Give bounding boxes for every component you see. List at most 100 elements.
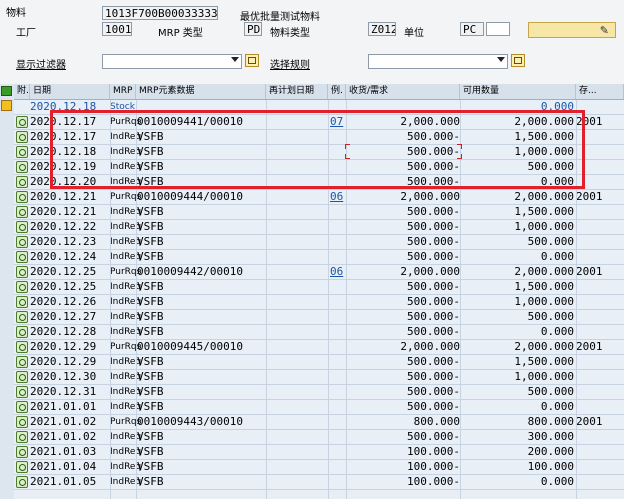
- element-detail-icon[interactable]: [16, 131, 28, 143]
- col-mrp-element[interactable]: MRP ...: [110, 84, 136, 99]
- row-storage: [576, 370, 610, 384]
- table-row[interactable]: 2021.01.02 PurRqs 0010009443/00010 800.000 8…: [14, 415, 624, 430]
- display-filter-label[interactable]: 显示过滤器: [16, 56, 66, 71]
- table-row[interactable]: 2020.12.22 IndReq VSFB 500.000- 1,000.000: [14, 220, 624, 235]
- row-storage: [576, 250, 610, 264]
- element-detail-icon[interactable]: [16, 326, 28, 338]
- element-detail-icon[interactable]: [16, 476, 28, 488]
- element-detail-icon[interactable]: [16, 206, 28, 218]
- row-element-data: 0010009444/00010: [137, 190, 243, 203]
- table-row[interactable]: 2021.01.05 IndReq VSFB 100.000- 0.000: [14, 475, 624, 490]
- table-row[interactable]: 2021.01.03 IndReq VSFB 100.000- 200.000: [14, 445, 624, 460]
- table-row[interactable]: 2020.12.20 IndReq VSFB 500.000- 0.000: [14, 175, 624, 190]
- row-available-qty: 1,000.000: [514, 145, 574, 158]
- element-detail-icon[interactable]: [16, 266, 28, 278]
- element-detail-icon[interactable]: [16, 401, 28, 413]
- table-row[interactable]: 2020.12.25 IndReq VSFB 500.000- 1,500.000: [14, 280, 624, 295]
- display-filter-dropdown[interactable]: [102, 54, 242, 69]
- table-row[interactable]: 2020.12.28 IndReq VSFB 500.000- 0.000: [14, 325, 624, 340]
- table-row[interactable]: 2020.12.17 PurRqs 0010009441/00010 07 2,000.…: [14, 115, 624, 130]
- left-toolbar: [0, 84, 14, 499]
- element-detail-icon[interactable]: [16, 116, 28, 128]
- col-receipt-requirement[interactable]: 收货/需求: [346, 84, 460, 99]
- element-detail-icon[interactable]: [16, 356, 28, 368]
- col-available-qty[interactable]: 可用数量: [460, 84, 576, 99]
- element-detail-icon[interactable]: [16, 386, 28, 398]
- col-reschedule-date[interactable]: 再计划日期: [266, 84, 328, 99]
- row-available-qty: 100.000: [527, 460, 574, 473]
- row-element-data: 0010009445/00010: [137, 340, 243, 353]
- table-row[interactable]: 2020.12.18 IndReq VSFB 500.000- 1,000.000: [14, 145, 624, 160]
- row-date: 2020.12.20: [30, 175, 97, 188]
- table-row[interactable]: 2020.12.19 IndReq VSFB 500.000- 500.000: [14, 160, 624, 175]
- element-detail-icon[interactable]: [16, 446, 28, 458]
- filter-settings-button[interactable]: [245, 54, 259, 67]
- table-row[interactable]: 2020.12.26 IndReq VSFB 500.000- 1,000.000: [14, 295, 624, 310]
- element-detail-icon[interactable]: [16, 281, 28, 293]
- element-detail-icon[interactable]: [16, 311, 28, 323]
- column-divider: [136, 100, 137, 499]
- expand-icon[interactable]: [1, 86, 12, 96]
- row-available-qty: 2,000.000: [514, 340, 574, 353]
- table-row[interactable]: 2020.12.29 IndReq VSFB 500.000- 1,500.000: [14, 355, 624, 370]
- element-detail-icon[interactable]: [16, 431, 28, 443]
- element-detail-icon[interactable]: [16, 296, 28, 308]
- table-row[interactable]: 2021.01.02 IndReq VSFB 500.000- 300.000: [14, 430, 624, 445]
- row-available-qty: 500.000: [527, 235, 574, 248]
- column-divider: [328, 100, 329, 499]
- row-date: 2020.12.25: [30, 265, 97, 278]
- row-element-data: VSFB: [137, 205, 164, 218]
- table-row[interactable]: 2020.12.24 IndReq VSFB 500.000- 0.000: [14, 250, 624, 265]
- element-detail-icon[interactable]: [16, 161, 28, 173]
- element-detail-icon[interactable]: [16, 461, 28, 473]
- unit-field[interactable]: PC: [460, 22, 484, 36]
- row-receipt-requirement: 2,000.000: [400, 190, 460, 203]
- element-detail-icon[interactable]: [16, 371, 28, 383]
- element-detail-icon[interactable]: [16, 146, 28, 158]
- rule-settings-button[interactable]: [511, 54, 525, 67]
- table-row[interactable]: 2020.12.31 IndReq VSFB 500.000- 500.000: [14, 385, 624, 400]
- material-type-field[interactable]: Z012: [368, 22, 396, 36]
- unit-extra-field[interactable]: [486, 22, 510, 36]
- element-detail-icon[interactable]: [16, 341, 28, 353]
- row-date: 2020.12.18: [30, 100, 97, 113]
- element-detail-icon[interactable]: [16, 191, 28, 203]
- edit-button[interactable]: ✎: [528, 22, 616, 38]
- row-storage: 2001: [576, 190, 603, 203]
- col-indicator[interactable]: 附.: [14, 84, 30, 99]
- col-date[interactable]: 日期: [30, 84, 110, 99]
- row-element-data: VSFB: [137, 325, 164, 338]
- selection-corner: [345, 154, 350, 159]
- table-row[interactable]: 2020.12.29 PurRqs 0010009445/00010 2,000.00…: [14, 340, 624, 355]
- col-exception[interactable]: 例.: [328, 84, 346, 99]
- table-row[interactable]: 2020.12.27 IndReq VSFB 500.000- 500.000: [14, 310, 624, 325]
- table-row[interactable]: 2020.12.25 PurRqs 0010009442/00010 06 2,000.…: [14, 265, 624, 280]
- table-row[interactable]: 2021.01.01 IndReq VSFB 500.000- 0.000: [14, 400, 624, 415]
- element-detail-icon[interactable]: [16, 236, 28, 248]
- element-detail-icon[interactable]: [16, 416, 28, 428]
- element-detail-icon[interactable]: [16, 176, 28, 188]
- table-row[interactable]: 2020.12.17 IndReq VSFB 500.000- 1,500.000: [14, 130, 624, 145]
- table-row[interactable]: 2020.12.21 IndReq VSFB 500.000- 1,500.000: [14, 205, 624, 220]
- row-element-data: 0010009443/00010: [137, 415, 243, 428]
- element-detail-icon[interactable]: [16, 251, 28, 263]
- row-element-data: VSFB: [137, 400, 164, 413]
- table-row[interactable]: 2020.12.23 IndReq VSFB 500.000- 500.000: [14, 235, 624, 250]
- element-detail-icon[interactable]: [16, 221, 28, 233]
- table-row[interactable]: 2020.12.21 PurRqs 0010009444/00010 06 2,000.…: [14, 190, 624, 205]
- table-row[interactable]: 2020.12.18 Stock 0.000: [14, 100, 624, 115]
- plant-field[interactable]: 1001: [102, 22, 132, 36]
- selection-rule-label[interactable]: 选择规则: [270, 56, 310, 71]
- row-receipt-requirement: 500.000-: [407, 250, 460, 263]
- col-storage[interactable]: 存...: [576, 84, 624, 99]
- mrp-type-field[interactable]: PD: [244, 22, 262, 36]
- folder-icon[interactable]: [1, 100, 12, 111]
- row-date: 2021.01.02: [30, 415, 97, 428]
- col-element-data[interactable]: MRP元素数据: [136, 84, 266, 99]
- material-field[interactable]: 1013F700B000333334: [102, 6, 218, 20]
- row-available-qty: 500.000: [527, 310, 574, 323]
- table-row[interactable]: 2021.01.04 IndReq VSFB 100.000- 100.000: [14, 460, 624, 475]
- table-row[interactable]: 2020.12.30 IndReq VSFB 500.000- 1,000.000: [14, 370, 624, 385]
- row-receipt-requirement: 500.000-: [407, 370, 460, 383]
- selection-rule-dropdown[interactable]: [368, 54, 508, 69]
